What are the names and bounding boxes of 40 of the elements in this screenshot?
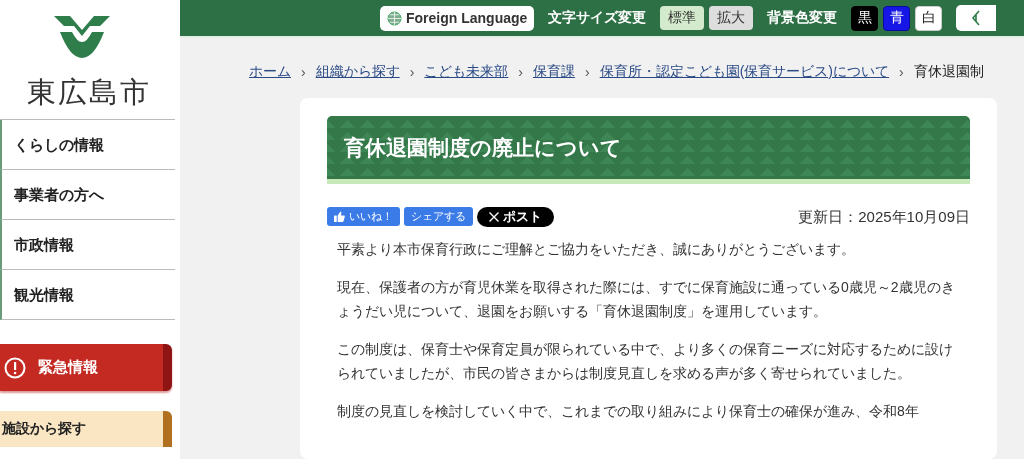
breadcrumb-separator: › [301, 64, 306, 80]
nav-item[interactable]: 観光情報 [0, 270, 175, 320]
breadcrumb-link[interactable]: 保育課 [533, 63, 575, 81]
x-logo-icon [489, 212, 499, 222]
font-size-button[interactable]: 拡大 [709, 6, 754, 30]
updated-date: 更新日：2025年10月09日 [798, 207, 970, 227]
body-paragraph: 制度の見直しを検討していく中で、これまでの取り組みにより保育士の確保が進み、令和8年 [337, 402, 920, 421]
nav-item[interactable]: くらしの情報 [0, 120, 175, 170]
breadcrumb-separator: › [409, 64, 415, 80]
breadcrumb-separator: › [585, 64, 590, 80]
page-title: 育休退園制度の廃止について [327, 116, 970, 184]
breadcrumb-separator: › [899, 64, 904, 80]
nav-item[interactable]: 事業者の方へ [0, 170, 175, 220]
breadcrumb-link[interactable]: ホーム [249, 63, 291, 81]
body-paragraph: この制度は、保育士や保育定員が限られている中で、より多くの保育ニーズに対応するために設けられていましたが、市民の皆さまからは制度見直しを求める声が多く寄せられていました。 [337, 340, 954, 383]
font-size-label: 文字サイズ変更 [548, 9, 647, 27]
globe-icon [387, 10, 402, 26]
font-size-button[interactable]: 標準 [660, 6, 705, 30]
facility-search-button[interactable]: 施設から探す [0, 411, 172, 447]
emergency-button[interactable]: 緊急情報 [0, 344, 172, 391]
body-paragraph: 現在、保護者の方が育児休業を取得された際には、すでに保育施設に通っている0歳児～2歳児のきょうだい児について、退園をお願いする「育休退園制度」を運用しています。 [337, 278, 956, 321]
breadcrumb-current: 育休退園制 [913, 63, 984, 81]
breadcrumb-separator: › [518, 64, 523, 80]
header-icon-button[interactable] [956, 5, 997, 31]
background-color-button[interactable]: 黒 [851, 5, 879, 31]
city-name: 東広島市 [27, 75, 152, 110]
body-paragraph: 平素より本市保育行政にご理解とご協力をいただき、誠にありがとうございます。 [337, 240, 856, 259]
post-button[interactable]: ポスト [477, 207, 554, 227]
breadcrumb-link[interactable]: こども未来部 [424, 63, 509, 81]
breadcrumb-link[interactable]: 組織から探す [315, 63, 400, 81]
breadcrumb-link[interactable]: 保育所・認定こども園(保育サービス)について [599, 63, 889, 81]
background-color-button[interactable]: 青 [883, 5, 911, 31]
background-color-button[interactable]: 白 [915, 5, 943, 31]
foreign-language-button[interactable]: Foreign Language [380, 5, 535, 31]
nav-item[interactable]: 市政情報 [0, 220, 175, 270]
thumbs-up-icon [334, 211, 345, 222]
share-button[interactable]: シェアする [404, 207, 473, 226]
like-button[interactable]: いいね！ [327, 207, 400, 226]
background-color-label: 背景色変更 [767, 9, 838, 27]
alert-icon [4, 356, 26, 379]
